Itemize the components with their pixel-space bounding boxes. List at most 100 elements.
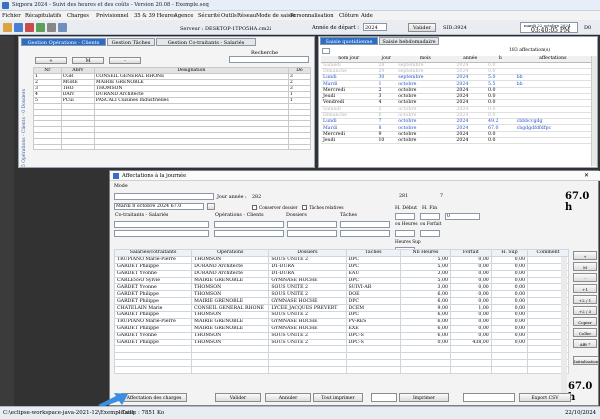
menu-pr-visionnel[interactable]: Prévisionnel (96, 13, 129, 19)
menu-aide[interactable]: Aide (361, 13, 373, 19)
tab-saisie-quotidienne[interactable]: Saisie quotidienne (320, 37, 378, 45)
prev-week-button[interactable] (322, 48, 330, 54)
affectation-row[interactable]: GARDET Philippe MAIRIE GRENOBLE GYMNASE HO… (113, 297, 569, 306)
forfait-input[interactable] (420, 230, 440, 237)
affectation-column-header[interactable]: Comment (527, 249, 569, 257)
dossiers-select[interactable] (287, 221, 337, 228)
recherche-input[interactable] (229, 56, 309, 63)
affectation-row[interactable]: GARDET Philippe THOMSON SOUS UNITE 2 DPC-S 0… (113, 338, 569, 347)
affectation-cell: 1,00 (449, 304, 492, 313)
menu-charges[interactable]: Charges (67, 13, 89, 19)
print-icon[interactable] (47, 23, 56, 32)
affectation-row[interactable]: TRUPIANO Marie-Pierre MAIRIE GRENOBLE GYMN… (113, 317, 569, 326)
zero-select[interactable]: 0 (445, 213, 480, 220)
bottom-button-1[interactable]: Valider (215, 393, 261, 402)
affectation-row[interactable]: GARDET Yvonne THOMSON SOUS UNITE 2 DPC-S 6,0… (113, 331, 569, 340)
side-button[interactable]: +2 / 3 (573, 306, 597, 315)
affectation-row[interactable]: GARDET Philippe THOMSON SOUS UNITE 2 DOE 6,0… (113, 290, 569, 299)
affectation-cell: 0,00 (490, 297, 529, 306)
modify-button[interactable]: M (72, 57, 104, 64)
taches-input[interactable] (340, 230, 390, 237)
affectation-row[interactable]: GARDET Yvonne DURAND Architecte D1-DURA EAU… (113, 269, 569, 278)
affectation-column-header[interactable]: Salariés/cotraitants (113, 249, 193, 257)
valider-button[interactable]: Valider (408, 23, 436, 32)
date-input[interactable]: Mardi 8 octobre 2024 67.0 (114, 203, 204, 210)
affectation-column-header[interactable]: H. Sup (490, 249, 529, 257)
bottom-button-4[interactable]: Imprimer (399, 393, 449, 402)
operations-select[interactable] (214, 221, 284, 228)
table-scrollbar[interactable] (561, 257, 567, 393)
add-button[interactable]: + (35, 57, 67, 64)
print-select[interactable] (463, 393, 515, 402)
menu-fichier[interactable]: Fichier (2, 13, 21, 19)
affectation-column-header[interactable]: Nb Heures (399, 249, 451, 257)
menu-r-seau[interactable]: Réseau (237, 13, 256, 19)
side-button[interactable]: - (573, 273, 597, 282)
print-select[interactable] (371, 393, 397, 402)
bottom-button-3[interactable]: Tout imprimer (313, 393, 363, 402)
empty-cell (268, 345, 347, 354)
bottom-button-0[interactable]: Affectation des charges (121, 393, 187, 402)
exit-icon[interactable] (25, 23, 34, 32)
affectation-column-header[interactable]: Tâches (345, 249, 401, 257)
menu-agence[interactable]: Agence (174, 13, 193, 19)
bottom-button-2[interactable]: Annuler (265, 393, 311, 402)
hfin-input[interactable] (420, 213, 440, 220)
calendar-scrollbar[interactable] (591, 56, 597, 166)
side-button[interactable]: Afft * (573, 339, 597, 348)
affectation-column-header[interactable]: Forfait (449, 249, 492, 257)
close-icon[interactable]: ✕ (584, 172, 589, 179)
affectation-row[interactable]: CARLESSO Sylvie MAIRIE GRENOBLE GYMNASE HO… (113, 276, 569, 285)
affectation-row[interactable]: GARDET Philippe MAIRIE GRENOBLE GYMNASE HO… (113, 324, 569, 333)
affectation-cell: 5,00 (399, 262, 451, 271)
side-button[interactable]: +1 (573, 284, 597, 293)
side-button[interactable]: + (573, 251, 597, 260)
dossiers-input[interactable] (287, 230, 337, 237)
tab-saisie-hebdomadaire[interactable]: Saisie hebdomadaire (379, 37, 439, 45)
menu-s-curit-[interactable]: Sécurité (198, 13, 220, 19)
refresh-icon[interactable] (36, 23, 45, 32)
menu-r-capitulatifs[interactable]: Récapitulatifs (25, 13, 61, 19)
conserver-checkbox[interactable] (252, 205, 257, 210)
dialog-title-bar: Affectations à la journée ✕ (110, 171, 600, 181)
operations-input[interactable] (214, 230, 284, 237)
affectation-row[interactable]: CHATELAIN Marie CONSEIL GENERAL RHONE LYCE… (113, 304, 569, 313)
heures-input[interactable] (395, 230, 415, 237)
date-picker-button[interactable] (207, 203, 215, 210)
mode-select[interactable] (114, 193, 214, 200)
tab-taches[interactable]: Gestion Tâches (107, 38, 155, 46)
cotraitants-select[interactable] (114, 221, 209, 228)
calendar-row[interactable]: Jeudi 10 octobre 2024 0.0 (321, 137, 591, 145)
hdebut-input[interactable] (395, 213, 415, 220)
cotraitants-input[interactable] (114, 230, 209, 237)
affectation-row[interactable]: TRUPIANO Marie-Pierre THOMSON SOUS UNITE 2… (113, 255, 569, 264)
affectation-cell: SOUS UNITE 2 (268, 255, 347, 264)
tab-operations-clients[interactable]: Gestion Opérations - Clients (21, 38, 106, 46)
folder-icon[interactable] (3, 23, 12, 32)
affectation-cell: PV-RES (345, 317, 401, 326)
side-button[interactable]: Coller (573, 328, 597, 337)
affectation-column-header[interactable]: Opérations (191, 249, 270, 257)
taches-select[interactable] (340, 221, 390, 228)
save-icon[interactable] (14, 23, 23, 32)
affectation-column-header[interactable]: Dossiers (268, 249, 347, 257)
side-button[interactable]: Copier (573, 317, 597, 326)
affectation-row[interactable]: GARDET Philippe DURAND Architecte D1-DURA D… (113, 262, 569, 271)
affectation-row[interactable]: GARDET Philippe THOMSON SOUS UNITE 2 DPC 6,0… (113, 311, 569, 319)
menu-35-39-heures[interactable]: 35 & 39 Heures (134, 13, 176, 19)
side-button[interactable]: +2 / 1 (573, 295, 597, 304)
annee-input[interactable]: 2024 (363, 23, 387, 31)
menu-cl-ture[interactable]: Clôture (339, 13, 359, 19)
menu-personnalisation[interactable]: Personnalisation (290, 13, 334, 19)
side-button[interactable]: M (573, 262, 597, 271)
initialisation-button[interactable]: Initialisation (573, 356, 599, 365)
taches-relatives-checkbox[interactable] (302, 205, 307, 210)
tab-cotraitants-salaries[interactable]: Gestion Co-traitants - Salariés (156, 38, 256, 46)
menu-bar: Fichier Récapitulatifs Charges Prévisionnel… (0, 11, 600, 20)
affectation-row[interactable]: GARDET Yvonne THOMSON SOUS UNITE 2 SUIVI-AR… (113, 283, 569, 292)
calendar-icon[interactable] (58, 23, 67, 32)
menu-outils[interactable]: Outils (221, 13, 237, 19)
delete-button[interactable]: - (109, 57, 141, 64)
bottom-button-5[interactable]: Export CSV (519, 393, 571, 402)
status-bar: C:\eclipse-workspace-java-2021-12\Exempl… (0, 406, 600, 419)
